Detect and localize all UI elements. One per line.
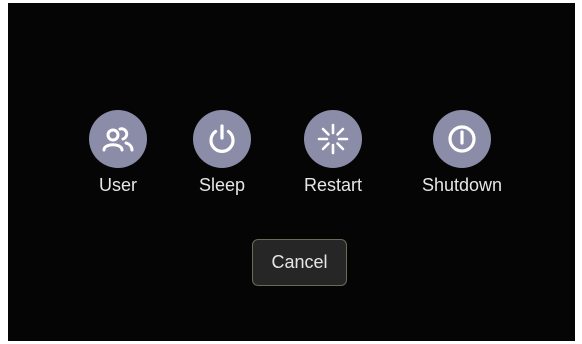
restart-button[interactable]: Restart bbox=[304, 110, 362, 195]
user-label: User bbox=[98, 175, 137, 195]
sleep-label: Sleep bbox=[198, 175, 246, 195]
cancel-button[interactable]: Cancel bbox=[252, 239, 347, 286]
shutdown-label: Shutdown bbox=[421, 175, 503, 195]
power-dialog: User Sleep Restart Shutdown Cancel bbox=[8, 3, 575, 341]
user-circle bbox=[89, 110, 147, 168]
shutdown-circle bbox=[433, 110, 491, 168]
shutdown-icon bbox=[448, 125, 476, 153]
restart-circle bbox=[304, 110, 362, 168]
shutdown-button[interactable]: Shutdown bbox=[422, 110, 502, 195]
user-button[interactable]: User bbox=[89, 110, 147, 195]
sleep-button[interactable]: Sleep bbox=[193, 110, 251, 195]
restart-label: Restart bbox=[303, 175, 363, 195]
power-icon bbox=[209, 124, 235, 153]
restart-icon bbox=[317, 123, 349, 155]
sleep-circle bbox=[193, 110, 251, 168]
users-icon bbox=[102, 127, 134, 152]
